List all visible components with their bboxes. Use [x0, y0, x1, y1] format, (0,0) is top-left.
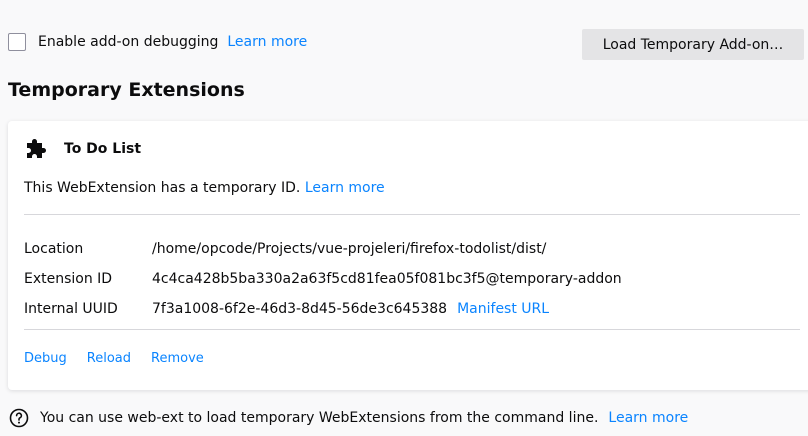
addon-debugging-row: Enable add-on debugging Learn more: [8, 33, 307, 51]
temporary-id-message: This WebExtension has a temporary ID. Le…: [24, 180, 385, 196]
location-label: Location: [24, 241, 84, 257]
section-title: Temporary Extensions: [8, 79, 245, 101]
web-ext-message: You can use web-ext to load temporary We…: [40, 410, 599, 426]
internal-uuid-value: 7f3a1008-6f2e-46d3-8d45-56de3c645388: [152, 301, 448, 317]
reload-link[interactable]: Reload: [87, 351, 131, 366]
load-temporary-addon-button[interactable]: Load Temporary Add-on…: [582, 29, 804, 60]
remove-link[interactable]: Remove: [151, 351, 204, 366]
divider: [24, 214, 800, 215]
extension-card: To Do List This WebExtension has a tempo…: [8, 121, 808, 390]
detail-row-extension-id: Extension ID 4c4ca428b5ba330a2a63f5cd81f…: [24, 264, 622, 294]
detail-row-internal-uuid: Internal UUID 7f3a1008-6f2e-46d3-8d45-56…: [24, 294, 622, 324]
extension-name: To Do List: [64, 141, 142, 157]
extension-actions: Debug Reload Remove: [24, 351, 224, 366]
temporary-id-text: This WebExtension has a temporary ID.: [24, 180, 301, 196]
internal-uuid-value-group: 7f3a1008-6f2e-46d3-8d45-56de3c645388 Mani…: [152, 301, 549, 317]
info-icon: [9, 408, 29, 428]
extension-id-label: Extension ID: [24, 271, 113, 287]
enable-debugging-checkbox[interactable]: [8, 33, 26, 51]
extension-details: Location /home/opcode/Projects/vue-proje…: [24, 234, 622, 324]
internal-uuid-label: Internal UUID: [24, 301, 118, 317]
debugging-learn-more-link[interactable]: Learn more: [227, 34, 307, 50]
web-ext-footer: You can use web-ext to load temporary We…: [9, 408, 688, 428]
temporary-id-learn-more-link[interactable]: Learn more: [305, 180, 385, 196]
extension-id-value: 4c4ca428b5ba330a2a63f5cd81fea05f081bc3f5…: [152, 271, 622, 287]
puzzle-piece-icon: [27, 139, 46, 158]
enable-debugging-label[interactable]: Enable add-on debugging: [38, 34, 218, 50]
debug-link[interactable]: Debug: [24, 351, 67, 366]
manifest-url-link[interactable]: Manifest URL: [457, 301, 549, 317]
about-debugging-page: Enable add-on debugging Learn more Load …: [0, 0, 808, 436]
extension-header: To Do List: [24, 137, 141, 161]
divider: [24, 329, 800, 330]
location-value: /home/opcode/Projects/vue-projeleri/fire…: [152, 241, 547, 257]
detail-row-location: Location /home/opcode/Projects/vue-proje…: [24, 234, 622, 264]
web-ext-learn-more-link[interactable]: Learn more: [608, 410, 688, 426]
